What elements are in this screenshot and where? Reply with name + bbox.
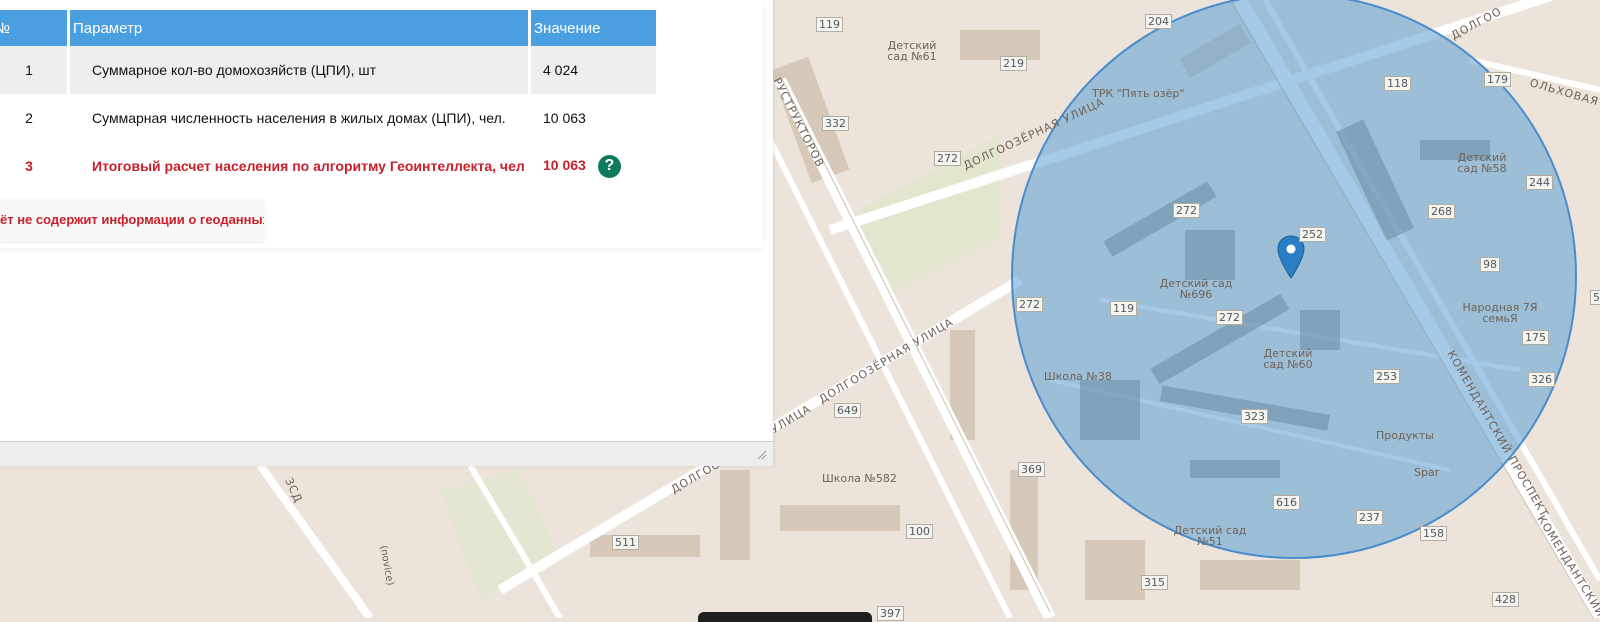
row-number: 1: [0, 46, 67, 94]
map-house-number: 179: [1484, 72, 1511, 87]
map-house-number: 204: [1145, 14, 1172, 29]
column-header-parameter: Параметр: [70, 10, 528, 46]
resize-grip-icon[interactable]: [757, 450, 767, 460]
map-house-number: 616: [1273, 495, 1300, 510]
row-value: 4 024: [531, 46, 656, 94]
map-label-place: Школа №38: [1044, 370, 1112, 383]
map-house-number: 649: [834, 403, 861, 418]
report-panel: № Параметр Значение 1 Суммарное кол-во д…: [0, 0, 773, 466]
parameters-table: № Параметр Значение 1 Суммарное кол-во д…: [0, 10, 659, 190]
row-parameter: Суммарная численность населения в жилых …: [92, 110, 506, 126]
map-house-number: 332: [822, 116, 849, 131]
map-house-number: 272: [1016, 297, 1043, 312]
map-house-number: 252: [1299, 227, 1326, 242]
map-house-number: 268: [1428, 204, 1455, 219]
column-header-number: №: [0, 10, 67, 46]
map-house-number: 253: [1373, 369, 1400, 384]
table-row: 1 Суммарное кол-во домохозяйств (ЦПИ), ш…: [0, 46, 656, 94]
map-label-place: Детский сад №61: [887, 39, 937, 63]
column-header-value: Значение: [531, 10, 656, 46]
report-card: № Параметр Значение 1 Суммарное кол-во д…: [0, 0, 763, 248]
table-row-total: 3 Итоговый расчет населения по алгоритму…: [0, 142, 656, 190]
map-label-place: Spar: [1414, 466, 1440, 479]
map-house-number: 369: [1018, 462, 1045, 477]
map-house-number: 118: [1384, 76, 1411, 91]
panel-footer: [0, 441, 773, 466]
help-icon[interactable]: ?: [597, 154, 621, 178]
map-label-place: Детский сад №696: [1159, 277, 1233, 301]
map-label-place: Народная 7Я семьЯ: [1462, 301, 1538, 325]
map-house-number: 98: [1480, 257, 1500, 272]
map-label-place: Детский сад №58: [1457, 151, 1507, 175]
map-house-number: 272: [1216, 310, 1243, 325]
row-number: 3: [25, 158, 33, 174]
map-label-place: Детский сад №60: [1263, 347, 1313, 371]
map-house-number: 119: [816, 17, 843, 32]
row-parameter: Итоговый расчет населения по алгоритму Г…: [92, 158, 525, 174]
map-label-place: Школа №582: [822, 472, 897, 485]
table-header-row: № Параметр Значение: [0, 10, 656, 46]
row-value: 10 063: [543, 156, 586, 173]
map-label-place: Продукты: [1376, 429, 1434, 442]
bottom-tab-handle[interactable]: [698, 612, 872, 622]
warning-message: ёт не содержит информации о геоданных: [0, 199, 264, 241]
map-house-number: 158: [1420, 526, 1447, 541]
map-label-place: Детский сад №51: [1173, 524, 1247, 548]
map-house-number: 5: [1590, 290, 1600, 305]
map-house-number: 219: [1000, 56, 1027, 71]
table-row: 2 Суммарная численность населения в жилы…: [0, 94, 656, 142]
map-house-number: 119: [1110, 301, 1137, 316]
map-house-number: 272: [1173, 203, 1200, 218]
map-house-number: 272: [934, 151, 961, 166]
map-house-number: 315: [1141, 575, 1168, 590]
map-house-number: 511: [612, 535, 639, 550]
map-label-place: ТРК "Пять озёр": [1092, 87, 1185, 100]
row-value-cell: 10 063?: [531, 142, 656, 190]
map-house-number: 237: [1356, 510, 1383, 525]
map-house-number: 428: [1492, 592, 1519, 607]
map-house-number: 175: [1522, 330, 1549, 345]
map-house-number: 100: [906, 524, 933, 539]
row-parameter: Суммарное кол-во домохозяйств (ЦПИ), шт: [70, 46, 528, 94]
row-number: 2: [25, 110, 33, 126]
map-house-number: 244: [1526, 175, 1553, 190]
map-house-number: 323: [1241, 409, 1268, 424]
map-house-number: 326: [1528, 372, 1555, 387]
row-value: 10 063: [543, 110, 586, 126]
map-house-number: 397: [877, 606, 904, 621]
